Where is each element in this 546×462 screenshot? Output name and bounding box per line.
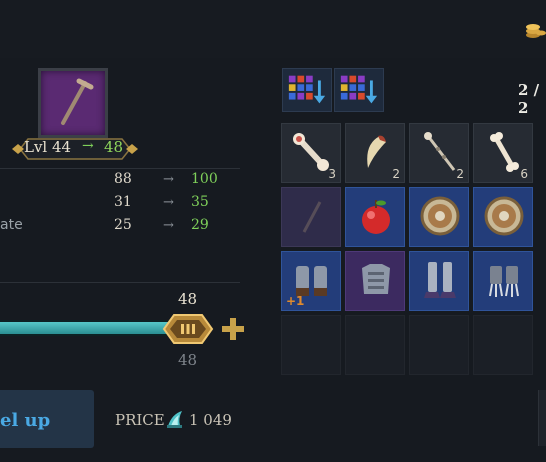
inventory-slot[interactable]: 6 — [473, 123, 533, 183]
essence-icon — [167, 411, 182, 428]
upgrade-badge: +1 — [286, 294, 305, 308]
level-up-label: el up — [0, 410, 51, 431]
inventory-slot[interactable] — [409, 251, 469, 311]
stat-old-2: 31 — [114, 194, 132, 210]
inventory-slot-empty[interactable] — [281, 315, 341, 375]
slider-current-value: 48 — [178, 351, 198, 369]
round-shield-icon — [484, 196, 524, 236]
inventory-slot[interactable]: +1 — [281, 251, 341, 311]
slider-max-value: 48 — [178, 290, 198, 308]
greaves-icon — [424, 262, 456, 298]
stat-old-1: 88 — [114, 171, 132, 187]
sort-down-icon — [288, 75, 326, 104]
top-bar — [0, 0, 546, 59]
sort-button-1[interactable] — [282, 68, 332, 112]
inventory-slot-empty[interactable] — [473, 315, 533, 375]
stat-new-2: 35 — [191, 194, 209, 210]
inventory-slot[interactable] — [345, 187, 405, 247]
stat-arrow-2: → — [163, 195, 174, 210]
inventory-slot[interactable] — [473, 187, 533, 247]
inventory-slot-empty[interactable] — [409, 315, 469, 375]
current-level: Lvl 44 — [24, 138, 72, 156]
apple-icon — [362, 200, 390, 234]
gold-coins-icon — [526, 24, 546, 38]
inventory-slot[interactable] — [409, 187, 469, 247]
stat-old-3: 25 — [114, 217, 132, 233]
divider — [0, 282, 240, 283]
inventory-slot[interactable]: 2 — [409, 123, 469, 183]
inventory-slot[interactable] — [473, 251, 533, 311]
level-slider-track[interactable] — [0, 322, 176, 334]
stat-arrow-3: → — [163, 218, 174, 233]
inventory-slot[interactable] — [345, 251, 405, 311]
item-quantity: 3 — [328, 167, 336, 181]
price-value: 1 049 — [189, 411, 232, 429]
stat-arrow-1: → — [163, 172, 174, 187]
price-label: PRICE — [115, 411, 165, 429]
plus-icon[interactable] — [220, 316, 246, 342]
stat-new-3: 29 — [191, 217, 209, 233]
nail-icon — [61, 78, 94, 125]
item-slot[interactable] — [38, 68, 108, 138]
chest-armor-icon — [362, 264, 390, 294]
sort-button-2[interactable] — [334, 68, 384, 112]
sort-down-icon — [340, 75, 378, 104]
claw-gloves-icon — [489, 266, 519, 297]
inventory-slot-selected[interactable] — [281, 187, 341, 247]
level-arrow: → — [82, 138, 94, 154]
divider — [0, 168, 240, 169]
item-quantity: 2 — [392, 167, 400, 181]
stat-label-3: ate — [0, 217, 23, 233]
inventory-slot[interactable]: 2 — [345, 123, 405, 183]
inventory-slot[interactable]: 3 — [281, 123, 341, 183]
stat-new-1: 100 — [191, 171, 218, 187]
next-level: 48 — [104, 138, 124, 156]
slider-handle[interactable] — [160, 312, 216, 346]
side-button[interactable] — [538, 390, 546, 446]
inventory-slot-empty[interactable] — [345, 315, 405, 375]
inventory-count: 2 / 2 — [518, 81, 540, 117]
item-quantity: 6 — [520, 167, 528, 181]
item-quantity: 2 — [456, 167, 464, 181]
round-shield-icon — [420, 196, 460, 236]
nail-icon — [302, 201, 322, 233]
